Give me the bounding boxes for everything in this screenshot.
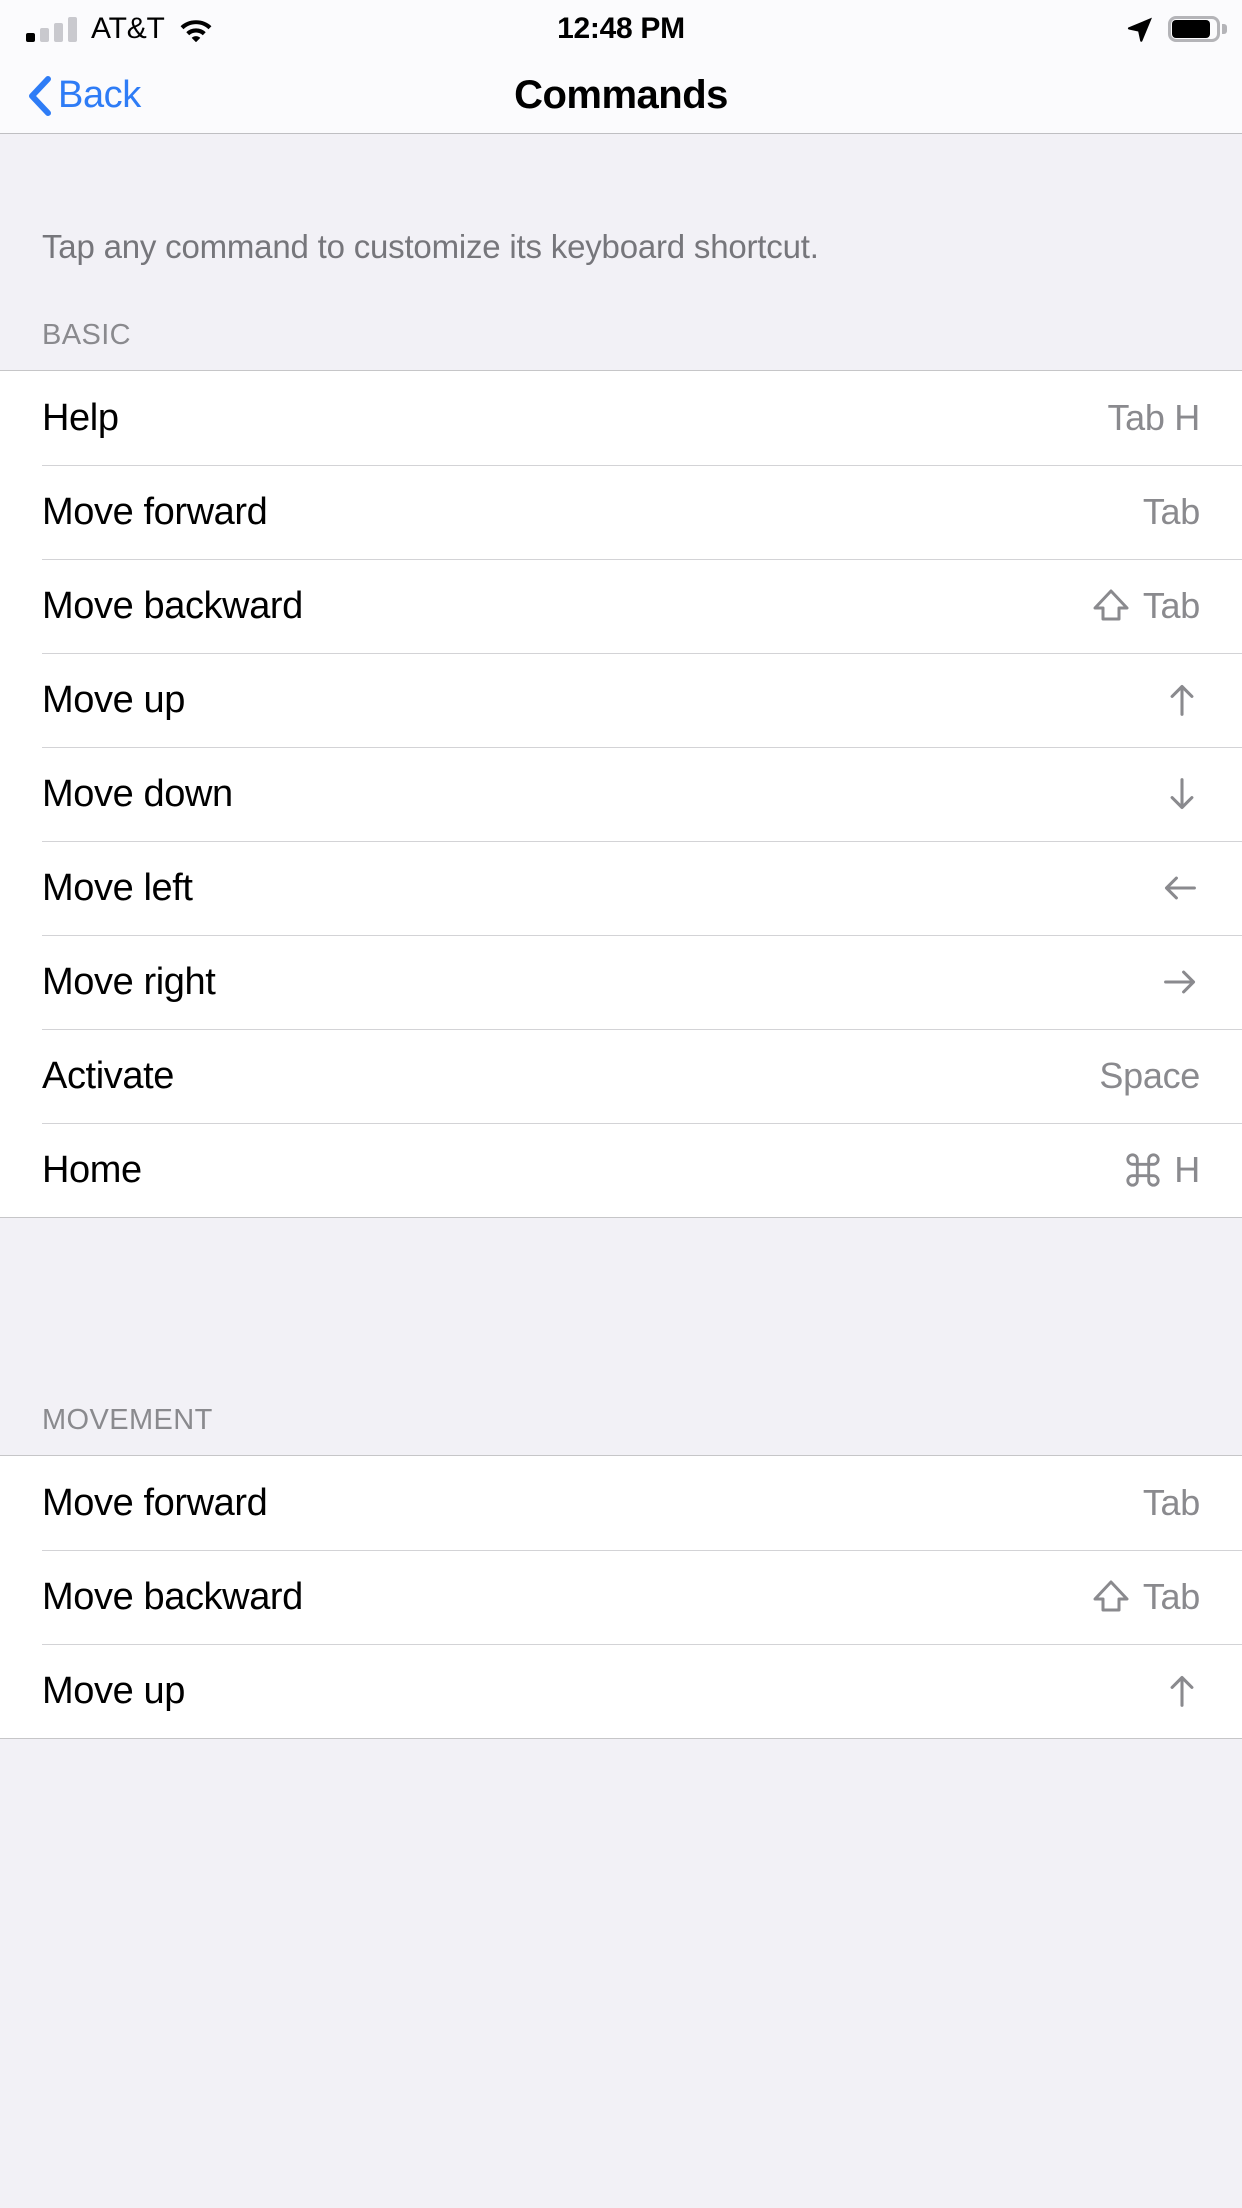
command-shortcut: Space [1099, 1055, 1200, 1097]
command-row[interactable]: Move down [0, 747, 1242, 841]
command-row[interactable]: Activate Space [0, 1029, 1242, 1123]
command-shortcut-text: Tab H [1107, 397, 1200, 438]
command-label: Move up [42, 1669, 185, 1712]
command-shortcut: Tab [1143, 1482, 1200, 1524]
command-row[interactable]: Move left [0, 841, 1242, 935]
iphone-screen: AT&T 12:48 PM Back Commands Tap any comm… [0, 0, 1242, 2208]
arrow-right-icon [1160, 964, 1200, 1000]
command-row[interactable]: Home H [0, 1123, 1242, 1217]
command-shortcut: Tab [1091, 1576, 1200, 1618]
command-shortcut [1160, 964, 1200, 1000]
shift-icon [1091, 586, 1131, 626]
command-shortcut [1164, 680, 1200, 720]
arrow-up-icon [1164, 680, 1200, 720]
shift-icon [1091, 1577, 1131, 1617]
command-row[interactable]: Move up [0, 653, 1242, 747]
command-label: Help [42, 396, 119, 439]
arrow-up-icon [1164, 1671, 1200, 1711]
command-label: Move backward [42, 1575, 303, 1618]
battery-full-icon [1168, 16, 1227, 42]
command-shortcut-text: Space [1099, 1055, 1200, 1096]
clock: 12:48 PM [557, 12, 685, 45]
command-row[interactable]: Move backward Tab [0, 559, 1242, 653]
command-shortcut [1164, 1671, 1200, 1711]
command-shortcut-text: Tab [1142, 1482, 1200, 1523]
command-row[interactable]: Move up [0, 1644, 1242, 1738]
command-label: Activate [42, 1054, 174, 1097]
command-shortcut: Tab [1091, 585, 1200, 627]
command-row[interactable]: Move right [0, 935, 1242, 1029]
command-label: Move backward [42, 584, 303, 627]
arrow-left-icon [1160, 870, 1200, 906]
command-label: Move up [42, 678, 185, 721]
sections-container: BASIC Help Tab H Move forward Tab Move backwa… [0, 263, 1242, 1739]
command-table: Move forward Tab Move backward Tab Move up [0, 1455, 1242, 1739]
command-shortcut: Tab H [1107, 397, 1200, 439]
command-row[interactable]: Move backward Tab [0, 1550, 1242, 1644]
command-label: Move forward [42, 490, 268, 533]
command-table: Help Tab H Move forward Tab Move backward Tab… [0, 370, 1242, 1218]
settings-list[interactable]: Tap any command to customize its keyboar… [0, 134, 1242, 2208]
command-row[interactable]: Move forward Tab [0, 1456, 1242, 1550]
command-shortcut [1160, 870, 1200, 906]
section-gap [0, 1218, 1242, 1314]
command-label: Move down [42, 772, 233, 815]
command-row[interactable]: Help Tab H [0, 371, 1242, 465]
section-header-movement: MOVEMENT [42, 1404, 213, 1436]
location-arrow-icon [1126, 15, 1154, 43]
intro-description: Tap any command to customize its keyboar… [42, 228, 819, 265]
command-shortcut-text: Tab [1142, 1576, 1200, 1617]
page-title: Commands [514, 73, 728, 117]
command-label: Move forward [42, 1481, 268, 1524]
status-bar: AT&T 12:48 PM [0, 0, 1242, 58]
command-shortcut-text: H [1174, 1149, 1200, 1190]
section-header-basic: BASIC [42, 319, 132, 351]
status-bar-right [1126, 0, 1227, 58]
command-label: Home [42, 1148, 142, 1191]
command-icon [1124, 1151, 1162, 1189]
navigation-bar: Back Commands [0, 58, 1242, 134]
command-shortcut-text: Tab [1142, 491, 1200, 532]
command-row[interactable]: Move forward Tab [0, 465, 1242, 559]
arrow-down-icon [1164, 774, 1200, 814]
command-shortcut: H [1124, 1149, 1200, 1191]
command-shortcut: Tab [1143, 491, 1200, 533]
command-shortcut [1164, 774, 1200, 814]
command-label: Move left [42, 866, 193, 909]
command-shortcut-text: Tab [1142, 585, 1200, 626]
command-label: Move right [42, 960, 216, 1003]
